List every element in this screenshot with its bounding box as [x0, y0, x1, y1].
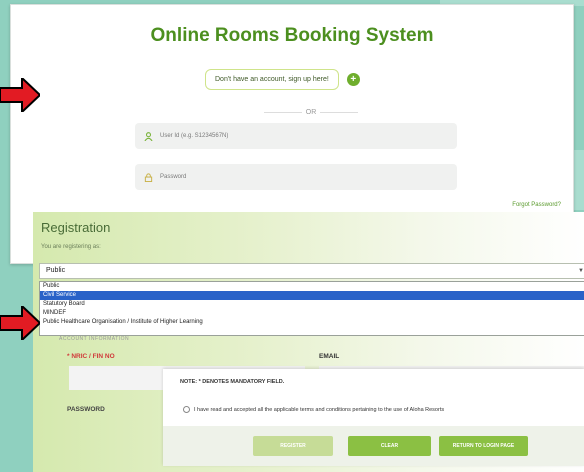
or-label: OR — [305, 109, 317, 116]
arrow-icon — [0, 78, 40, 112]
option-mindef[interactable]: MINDEF — [40, 309, 584, 318]
option-healthcare-institute[interactable]: Public Healthcare Organisation / Institu… — [40, 318, 584, 327]
caret-down-icon: ▼ — [578, 268, 584, 274]
clear-button[interactable]: CLEAR — [348, 436, 431, 456]
plus-icon[interactable]: + — [346, 72, 360, 86]
signup-row: Don't have an account, sign up here! + — [205, 65, 360, 93]
option-statutory-board[interactable]: Statutory Board — [40, 300, 584, 309]
mandatory-note: NOTE: * DENOTES MANDATORY FIELD. — [180, 379, 285, 385]
nric-label: * NRIC / FIN NO — [67, 353, 115, 360]
user-id-field[interactable]: User Id (e.g. S1234567N) — [135, 123, 457, 149]
signup-button[interactable]: Don't have an account, sign up here! — [205, 68, 339, 90]
password-label: PASSWORD — [67, 406, 105, 413]
password-placeholder: Password — [160, 174, 187, 180]
email-label: EMAIL — [319, 353, 340, 360]
terms-label: I have read and accepted all the applica… — [194, 406, 445, 413]
registration-title: Registration — [41, 220, 111, 235]
option-public[interactable]: Public — [40, 282, 584, 291]
user-icon — [144, 131, 153, 141]
terms-panel: NOTE: * DENOTES MANDATORY FIELD. I have … — [163, 369, 584, 466]
arrow-icon — [0, 306, 40, 340]
register-button[interactable]: REGISTER — [253, 436, 333, 456]
background-strip — [574, 150, 584, 210]
terms-checkbox[interactable] — [183, 406, 190, 413]
option-civil-service[interactable]: Civil Service — [40, 291, 584, 300]
or-divider: OR — [251, 109, 371, 116]
terms-row[interactable]: I have read and accepted all the applica… — [183, 406, 444, 413]
registering-as-select[interactable]: Public ▼ — [39, 263, 584, 279]
page-title: Online Rooms Booking System — [150, 25, 434, 46]
return-to-login-button[interactable]: RETURN TO LOGIN PAGE — [439, 436, 528, 456]
registration-subtitle: You are registering as: — [41, 244, 101, 250]
forgot-password-link[interactable]: Forgot Password? — [512, 202, 561, 208]
account-section-label: ACCOUNT INFORMATION — [59, 336, 130, 342]
selected-value: Public — [46, 267, 66, 274]
registering-as-options: Public Civil Service Statutory Board MIN… — [39, 281, 584, 336]
user-id-placeholder: User Id (e.g. S1234567N) — [160, 133, 229, 139]
password-field[interactable]: Password — [135, 164, 457, 190]
lock-icon — [144, 172, 153, 182]
